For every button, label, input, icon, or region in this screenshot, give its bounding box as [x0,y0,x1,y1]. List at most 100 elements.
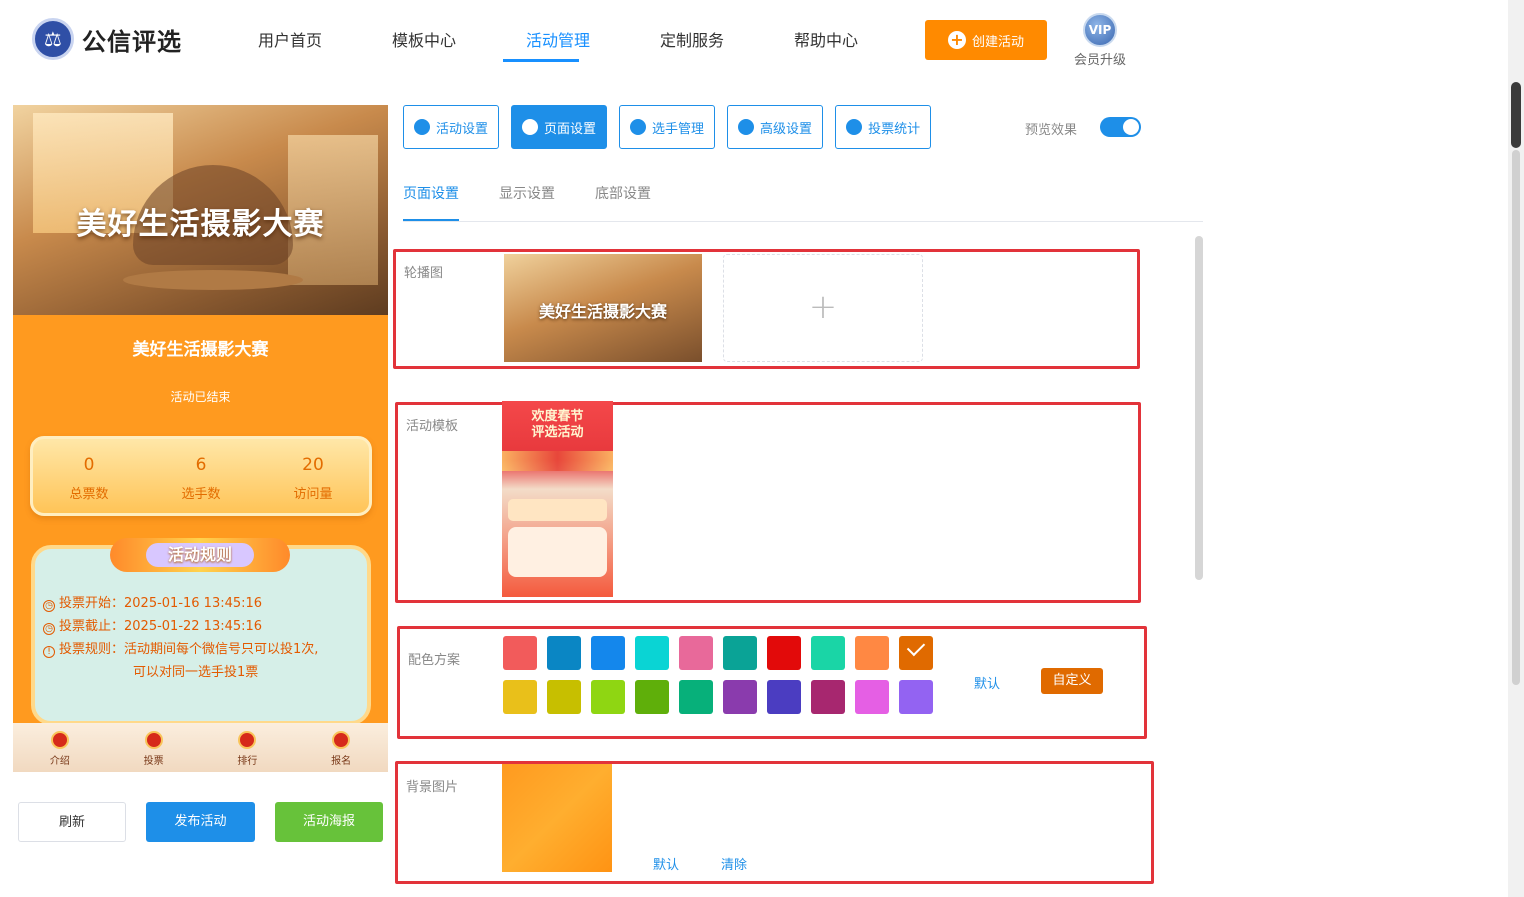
page-scrollbar-thumb[interactable] [1511,82,1521,148]
color-swatch[interactable] [503,636,537,670]
nav-templates[interactable]: 模板中心 [357,30,491,62]
template-section: 活动模板 欢度春节 评选活动 [395,401,1141,603]
sub-tabs: 页面设置 显示设置 底部设置 [403,183,651,221]
tab-rank[interactable]: 排行 [201,723,295,772]
color-swatch[interactable] [855,636,889,670]
color-swatch[interactable] [899,636,933,670]
stat-label: 总票数 [69,487,109,502]
bar-chart-icon [846,119,863,135]
color-swatch[interactable] [679,680,713,714]
tab-label: 报名 [331,756,352,767]
tab-advanced-settings[interactable]: 高级设置 [727,105,824,149]
main-nav: 用户首页 模板中心 活动管理 定制服务 帮助中心 [223,30,893,62]
scale-icon: ⚖ [32,18,74,60]
tab-activity-settings[interactable]: 活动设置 [403,105,500,149]
color-swatch[interactable] [767,680,801,714]
banner-title: 美好生活摄影大赛 [76,207,325,242]
check-icon [906,637,926,657]
nav-activity-management[interactable]: 活动管理 [491,30,625,62]
color-swatch[interactable] [635,680,669,714]
preview-banner-image: 美好生活摄影大赛 [13,105,388,315]
rule-text: 投票开始：2025-01-16 13:45:16 [59,596,263,611]
rule-vote: ! 投票规则：活动期间每个微信号只可以投1次, [43,638,318,658]
signup-icon [332,731,351,749]
color-swatch[interactable] [811,636,845,670]
page-scrollbar-track [1512,150,1520,685]
tab-intro[interactable]: 介绍 [13,723,107,772]
stat-label: 访问量 [293,487,333,502]
background-label: 背景图片 [406,780,459,795]
nav-help[interactable]: 帮助中心 [759,30,893,62]
poster-button[interactable]: 活动海报 [275,802,383,842]
subtab-display-settings[interactable]: 显示设置 [499,183,555,221]
custom-color-button[interactable]: 自定义 [1041,668,1103,694]
nav-custom-service[interactable]: 定制服务 [625,30,759,62]
background-section: 背景图片 默认 清除 [395,761,1154,884]
info-icon: ! [43,646,55,658]
color-swatch[interactable] [679,636,713,670]
event-status: 活动已结束 [170,390,231,404]
color-default-link[interactable]: 默认 [974,673,1000,692]
template-card-2 [508,527,607,577]
color-swatch[interactable] [547,636,581,670]
upload-image-button[interactable]: + [723,254,923,362]
settings-scrollbar[interactable] [1195,236,1203,580]
tab-label: 页面设置 [544,121,597,137]
stat-value: 0 [83,455,95,475]
color-swatch[interactable] [899,680,933,714]
color-swatch[interactable] [811,680,845,714]
background-default-link[interactable]: 默认 [653,854,679,873]
rules-title-badge: 活动规则 [110,538,290,572]
toggle-knob [1123,119,1139,135]
background-image[interactable] [502,764,612,872]
color-swatch[interactable] [547,680,581,714]
refresh-button[interactable]: 刷新 [18,802,126,842]
tab-label: 排行 [237,756,258,767]
clock-icon: ◷ [43,623,55,635]
page-scrollbar[interactable] [1508,0,1524,897]
preview-toggle[interactable] [1100,117,1141,137]
clock-icon: ◷ [43,600,55,612]
stat-visits: 20 访问量 [257,439,369,513]
intro-icon [50,731,69,749]
tab-label: 高级设置 [760,121,813,137]
subtab-page-settings[interactable]: 页面设置 [403,183,459,221]
create-activity-button[interactable]: + 创建活动 [925,20,1047,60]
settings-tabs: 活动设置 页面设置 选手管理 高级设置 投票统计 [403,105,932,149]
background-clear-link[interactable]: 清除 [721,854,747,873]
color-swatch[interactable] [591,680,625,714]
tab-label: 投票统计 [868,121,921,137]
tab-contestant-management[interactable]: 选手管理 [619,105,716,149]
logo-text: 公信评选 [82,27,182,56]
color-swatch[interactable] [723,680,757,714]
template-image-text: 欢度春节 评选活动 [531,409,584,440]
stat-total-votes: 0 总票数 [33,439,145,513]
publish-button[interactable]: 发布活动 [146,802,255,842]
logo[interactable]: ⚖ 公信评选 [32,18,182,60]
carousel-image-text: 美好生活摄影大赛 [538,302,667,321]
tab-vote[interactable]: 投票 [107,723,201,772]
tab-signup[interactable]: 报名 [294,723,388,772]
template-thumbnail[interactable]: 欢度春节 评选活动 [502,401,613,597]
tab-page-settings[interactable]: 页面设置 [511,105,608,149]
template-card [508,499,607,521]
rules-title: 活动规则 [145,543,254,567]
color-swatch[interactable] [503,680,537,714]
color-swatch[interactable] [767,636,801,670]
nav-home[interactable]: 用户首页 [223,30,357,62]
phone-preview: 美好生活摄影大赛 美好生活摄影大赛 活动已结束 0 总票数 6 选手数 20 访… [13,105,388,772]
subtabs-divider [403,221,1203,222]
vip-label: 会员升级 [1073,53,1126,68]
tab-label: 选手管理 [652,121,705,137]
carousel-image[interactable]: 美好生活摄影大赛 [504,254,702,362]
color-swatch[interactable] [591,636,625,670]
stat-label: 选手数 [181,487,221,502]
rank-icon [238,731,257,749]
subtab-footer-settings[interactable]: 底部设置 [595,183,651,221]
color-swatch[interactable] [723,636,757,670]
color-swatch[interactable] [635,636,669,670]
plus-circle-icon: + [947,31,966,49]
color-swatch[interactable] [855,680,889,714]
vip-upgrade[interactable]: VIP 会员升级 [1072,13,1128,68]
tab-vote-stats[interactable]: 投票统计 [835,105,932,149]
